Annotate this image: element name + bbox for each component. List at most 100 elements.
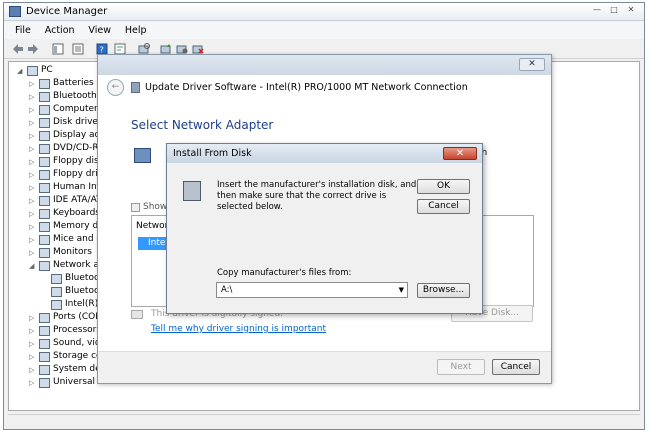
device-category-icon: [39, 339, 50, 349]
expand-toggle-icon[interactable]: ▷: [29, 340, 37, 348]
tree-item-label: Keyboards: [53, 208, 100, 218]
forward-arrow-icon[interactable]: [27, 43, 39, 55]
expand-toggle-icon[interactable]: ▷: [29, 119, 37, 127]
device-category-icon: [39, 248, 50, 258]
title-bar: Device Manager — □ ✕: [4, 3, 644, 21]
close-button[interactable]: ✕: [443, 147, 477, 160]
tree-item-label: Processors: [53, 325, 102, 335]
tree-item-label: Human Int: [53, 182, 101, 192]
tree-item-label: Floppy driv: [53, 169, 104, 179]
device-category-icon: [39, 261, 50, 271]
cancel-button[interactable]: Cancel: [417, 199, 470, 214]
browse-button[interactable]: Browse...: [417, 283, 470, 298]
files-location-combobox[interactable]: A:\ ▼: [216, 282, 408, 298]
expand-toggle-icon[interactable]: ▷: [29, 132, 37, 140]
dialog-footer: Next Cancel: [98, 351, 551, 383]
close-button[interactable]: ✕: [519, 58, 545, 71]
cancel-button[interactable]: Cancel: [492, 359, 540, 375]
expand-toggle-icon[interactable]: ▷: [29, 106, 37, 114]
device-category-icon: [39, 365, 50, 375]
dialog-title: Install From Disk: [173, 148, 252, 159]
menu-help[interactable]: Help: [125, 25, 147, 36]
expand-toggle-icon[interactable]: ◢: [17, 67, 25, 75]
ok-button[interactable]: OK: [417, 179, 470, 194]
device-category-icon: [51, 287, 62, 297]
tree-item-label: PC: [41, 65, 53, 75]
show-compatible-checkbox[interactable]: [131, 203, 140, 212]
device-category-icon: [27, 66, 38, 76]
copy-from-label: Copy manufacturer's files from:: [217, 268, 352, 278]
device-category-icon: [51, 274, 62, 284]
instruction-text: Insert the manufacturer's installation d…: [217, 180, 417, 212]
device-category-icon: [39, 378, 50, 388]
device-category-icon: [39, 196, 50, 206]
expand-toggle-icon[interactable]: ▷: [29, 93, 37, 101]
device-manager-icon: [9, 6, 21, 17]
device-category-icon: [39, 313, 50, 323]
network-adapter-icon: [134, 148, 151, 163]
tree-item-label: Bluetoo: [65, 286, 100, 296]
window-controls: — □ ✕: [590, 5, 638, 16]
menu-action[interactable]: Action: [45, 25, 75, 36]
expand-toggle-icon[interactable]: ▷: [29, 249, 37, 257]
chevron-down-icon[interactable]: ▼: [399, 283, 404, 297]
tree-item-label: Intel(R): [65, 299, 99, 309]
expand-toggle-icon[interactable]: ▷: [29, 184, 37, 192]
device-category-icon: [51, 300, 62, 310]
disk-drive-icon: [183, 181, 201, 201]
menu-view[interactable]: View: [88, 25, 111, 36]
tree-item-label: Disk drives: [53, 117, 103, 127]
next-button[interactable]: Next: [437, 359, 485, 375]
dialog-title-bar: ✕: [98, 55, 551, 75]
expand-toggle-icon[interactable]: ▷: [29, 314, 37, 322]
device-category-icon: [39, 131, 50, 141]
tree-item-label: Bluetoo: [65, 273, 100, 283]
install-from-disk-dialog: Install From Disk ✕ Insert the manufactu…: [166, 143, 483, 314]
expand-toggle-icon[interactable]: ▷: [29, 80, 37, 88]
expand-toggle-icon[interactable]: ▷: [29, 366, 37, 374]
tree-item-label: IDE ATA/AT: [53, 195, 102, 205]
minimize-button[interactable]: —: [590, 5, 604, 16]
list-view-icon[interactable]: [72, 43, 84, 55]
console-tree-icon[interactable]: [52, 43, 64, 55]
tree-item-label: Monitors: [53, 247, 92, 257]
device-category-icon: [39, 222, 50, 232]
device-category-icon: [39, 118, 50, 128]
expand-toggle-icon[interactable]: ▷: [29, 197, 37, 205]
close-button[interactable]: ✕: [624, 5, 638, 16]
expand-toggle-icon[interactable]: ▷: [29, 236, 37, 244]
expand-toggle-icon[interactable]: ▷: [29, 379, 37, 387]
device-category-icon: [39, 105, 50, 115]
maximize-button[interactable]: □: [607, 5, 621, 16]
expand-toggle-icon[interactable]: ▷: [29, 210, 37, 218]
expand-toggle-icon[interactable]: ▷: [29, 171, 37, 179]
device-category-icon: [39, 183, 50, 193]
menu-file[interactable]: File: [15, 25, 31, 36]
tree-item-label: DVD/CD-R: [53, 143, 99, 153]
dialog-title-bar: Install From Disk ✕: [167, 144, 482, 163]
back-button[interactable]: ←: [107, 79, 124, 96]
signed-driver-icon: [131, 310, 143, 319]
path-value: A:\: [221, 285, 233, 295]
device-category-icon: [39, 92, 50, 102]
dialog-title: Update Driver Software - Intel(R) PRO/10…: [145, 82, 468, 93]
expand-toggle-icon[interactable]: ▷: [29, 327, 37, 335]
window-title: Device Manager: [26, 6, 108, 17]
expand-toggle-icon[interactable]: ▷: [29, 223, 37, 231]
menu-bar: File Action View Help: [4, 22, 644, 39]
device-category-icon: [39, 79, 50, 89]
device-category-icon: [39, 144, 50, 154]
expand-toggle-icon[interactable]: ▷: [29, 158, 37, 166]
back-arrow-icon[interactable]: [12, 43, 24, 55]
device-icon: [131, 82, 140, 93]
expand-toggle-icon[interactable]: ▷: [29, 145, 37, 153]
driver-signing-link[interactable]: Tell me why driver signing is important: [151, 324, 326, 334]
page-heading: Select Network Adapter: [131, 118, 274, 132]
expand-toggle-icon[interactable]: ◢: [29, 262, 37, 270]
device-category-icon: [39, 170, 50, 180]
tree-item-label: Computer: [53, 104, 98, 114]
tree-item-label: Storage co: [53, 351, 102, 361]
device-category-icon: [39, 157, 50, 167]
expand-toggle-icon[interactable]: ▷: [29, 353, 37, 361]
tree-item-label: Mice and d: [53, 234, 103, 244]
